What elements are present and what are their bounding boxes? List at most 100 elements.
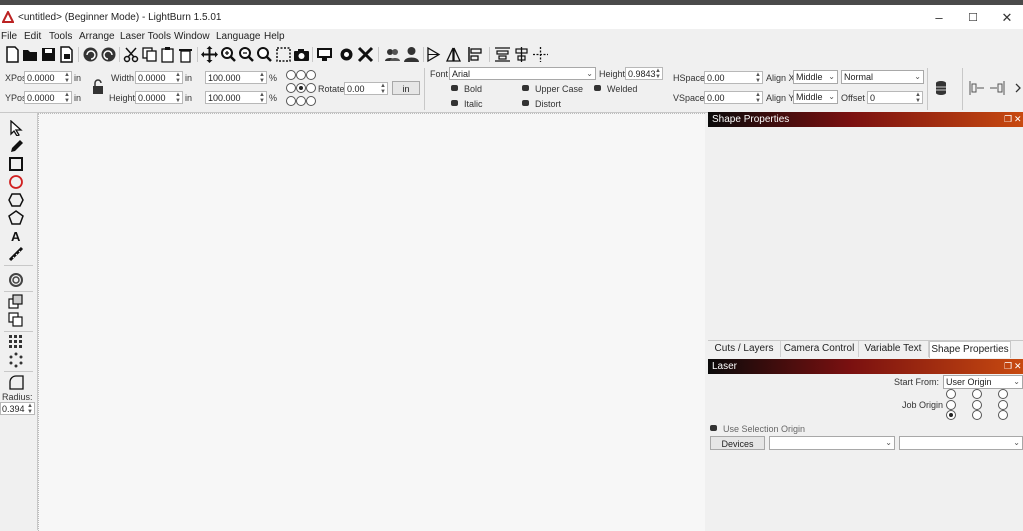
- tab-camera-control[interactable]: Camera Control: [780, 341, 859, 357]
- offset-input[interactable]: 0 ▲ ▼: [867, 91, 923, 104]
- align-h-icon[interactable]: [969, 81, 985, 95]
- close-button[interactable]: ✕: [995, 10, 1019, 26]
- maximize-button[interactable]: ☐: [961, 10, 985, 26]
- width-percent-input[interactable]: 100.000 ▲ ▼: [205, 71, 267, 84]
- origin-mc[interactable]: [972, 400, 982, 410]
- redo-icon[interactable]: [100, 46, 117, 63]
- height-percent-input[interactable]: 100.000 ▲ ▼: [205, 91, 267, 104]
- text-mode-select[interactable]: Normal ⌄: [841, 70, 924, 84]
- anchor-tl[interactable]: [286, 70, 296, 80]
- unit-toggle-button[interactable]: in: [392, 81, 420, 95]
- copy-icon[interactable]: [141, 46, 158, 63]
- pentagon-icon[interactable]: [8, 210, 24, 226]
- new-file-icon[interactable]: [4, 46, 21, 63]
- boolean-subtract-icon[interactable]: [8, 312, 24, 328]
- menu-language[interactable]: Language: [216, 31, 261, 42]
- move-icon[interactable]: [201, 46, 218, 63]
- laser-float-icon[interactable]: ❐: [1004, 359, 1012, 374]
- user-icon[interactable]: [403, 46, 420, 63]
- upper-case-toggle[interactable]: [522, 85, 529, 91]
- pen-icon[interactable]: [8, 138, 24, 154]
- design-canvas[interactable]: [38, 113, 705, 531]
- anchor-bc[interactable]: [296, 96, 306, 106]
- italic-toggle[interactable]: [451, 100, 458, 106]
- camera-icon[interactable]: [293, 46, 310, 63]
- menu-window[interactable]: Window: [174, 31, 210, 42]
- zoom-fit-icon[interactable]: [256, 46, 273, 63]
- anchor-tc[interactable]: [296, 70, 306, 80]
- measure-icon[interactable]: [8, 246, 24, 262]
- zoom-out-icon[interactable]: [238, 46, 255, 63]
- paste-icon[interactable]: [159, 46, 176, 63]
- anchor-mc[interactable]: [296, 83, 306, 93]
- offset-icon[interactable]: [8, 272, 24, 288]
- height-input[interactable]: 0.0000 ▲ ▼: [135, 91, 183, 104]
- start-from-select[interactable]: User Origin ⌄: [943, 375, 1023, 389]
- laser-close-icon[interactable]: ✕: [1014, 359, 1022, 374]
- menu-file[interactable]: File: [1, 31, 17, 42]
- open-file-icon[interactable]: [22, 46, 39, 63]
- ypos-input[interactable]: 0.0000 ▲ ▼: [24, 91, 72, 104]
- anchor-tr[interactable]: [306, 70, 316, 80]
- corner-radius-icon[interactable]: [8, 374, 24, 390]
- origin-tl[interactable]: [946, 389, 956, 399]
- menu-laser-tools[interactable]: Laser Tools: [120, 31, 171, 42]
- toolbar-more-icon[interactable]: [1014, 83, 1022, 93]
- menu-arrange[interactable]: Arrange: [79, 31, 115, 42]
- vspace-input[interactable]: 0.00 ▲ ▼: [704, 91, 763, 104]
- use-selection-origin-toggle[interactable]: [710, 425, 717, 431]
- align-left-icon[interactable]: [467, 46, 484, 63]
- tools-icon[interactable]: [357, 46, 374, 63]
- origin-mr[interactable]: [998, 400, 1008, 410]
- menu-tools[interactable]: Tools: [49, 31, 72, 42]
- settings-icon[interactable]: [338, 46, 355, 63]
- monitor-icon[interactable]: [316, 46, 333, 63]
- save-icon[interactable]: [40, 46, 57, 63]
- font-select[interactable]: Arial ⌄: [449, 67, 596, 80]
- delete-icon[interactable]: [177, 46, 194, 63]
- menu-edit[interactable]: Edit: [24, 31, 41, 42]
- select-arrow-icon[interactable]: [8, 120, 24, 136]
- circular-array-icon[interactable]: [8, 352, 24, 368]
- radius-input[interactable]: 0.394 ▲ ▼: [0, 402, 35, 415]
- cut-icon[interactable]: [123, 46, 140, 63]
- rotate-input[interactable]: 0.00 ▲ ▼: [344, 82, 388, 95]
- tab-variable-text[interactable]: Variable Text: [858, 341, 929, 357]
- text-height-input[interactable]: 0.9843 ▲ ▼: [625, 67, 663, 80]
- origin-bl[interactable]: [946, 410, 956, 420]
- mirror-h-icon[interactable]: [426, 46, 443, 63]
- hspace-input[interactable]: 0.00 ▲ ▼: [704, 71, 763, 84]
- crosshair-icon[interactable]: [532, 46, 549, 63]
- rectangle-icon[interactable]: [8, 156, 24, 172]
- origin-tr[interactable]: [998, 389, 1008, 399]
- distort-toggle[interactable]: [522, 100, 529, 106]
- mirror-v-icon[interactable]: [445, 46, 462, 63]
- align-y-select[interactable]: Middle ⌄: [793, 90, 838, 104]
- text-tool-icon[interactable]: A: [8, 228, 24, 244]
- port-select[interactable]: ⌄: [899, 436, 1023, 450]
- ellipse-icon[interactable]: [8, 174, 24, 190]
- origin-tc[interactable]: [972, 389, 982, 399]
- xpos-input[interactable]: 0.0000 ▲ ▼: [24, 71, 72, 84]
- align-x-select[interactable]: Middle ⌄: [793, 70, 838, 84]
- select-frame-icon[interactable]: [275, 46, 292, 63]
- close-panel-icon[interactable]: ✕: [1014, 112, 1022, 127]
- undo-icon[interactable]: [82, 46, 99, 63]
- anchor-ml[interactable]: [286, 83, 296, 93]
- lock-icon[interactable]: [92, 79, 104, 95]
- minimize-button[interactable]: –: [927, 10, 951, 26]
- tab-cuts-layers[interactable]: Cuts / Layers: [708, 341, 781, 357]
- anchor-bl[interactable]: [286, 96, 296, 106]
- save-as-icon[interactable]: [58, 46, 75, 63]
- float-icon[interactable]: ❐: [1004, 112, 1012, 127]
- welded-toggle[interactable]: [594, 85, 601, 91]
- align-v-icon[interactable]: [989, 81, 1005, 95]
- device-select[interactable]: ⌄: [769, 436, 895, 450]
- origin-ml[interactable]: [946, 400, 956, 410]
- zoom-in-icon[interactable]: [220, 46, 237, 63]
- distribute-icon[interactable]: [494, 46, 511, 63]
- origin-br[interactable]: [998, 410, 1008, 420]
- center-icon[interactable]: [513, 46, 530, 63]
- menu-help[interactable]: Help: [264, 31, 285, 42]
- grid-array-icon[interactable]: [8, 334, 24, 350]
